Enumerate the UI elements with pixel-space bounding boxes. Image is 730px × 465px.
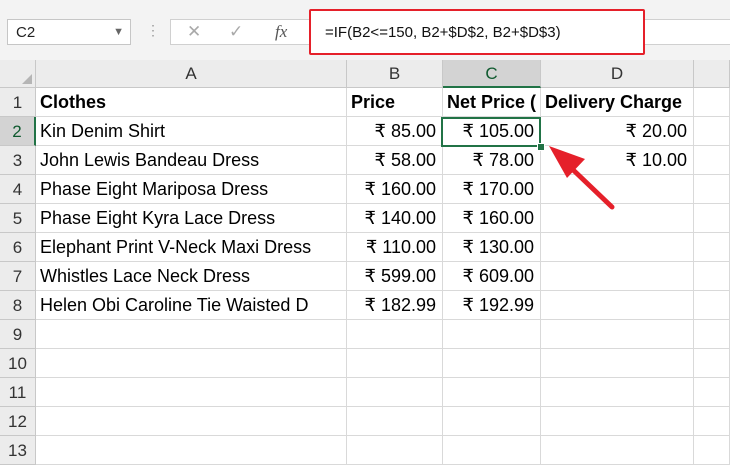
annotation-arrow [549,146,615,210]
